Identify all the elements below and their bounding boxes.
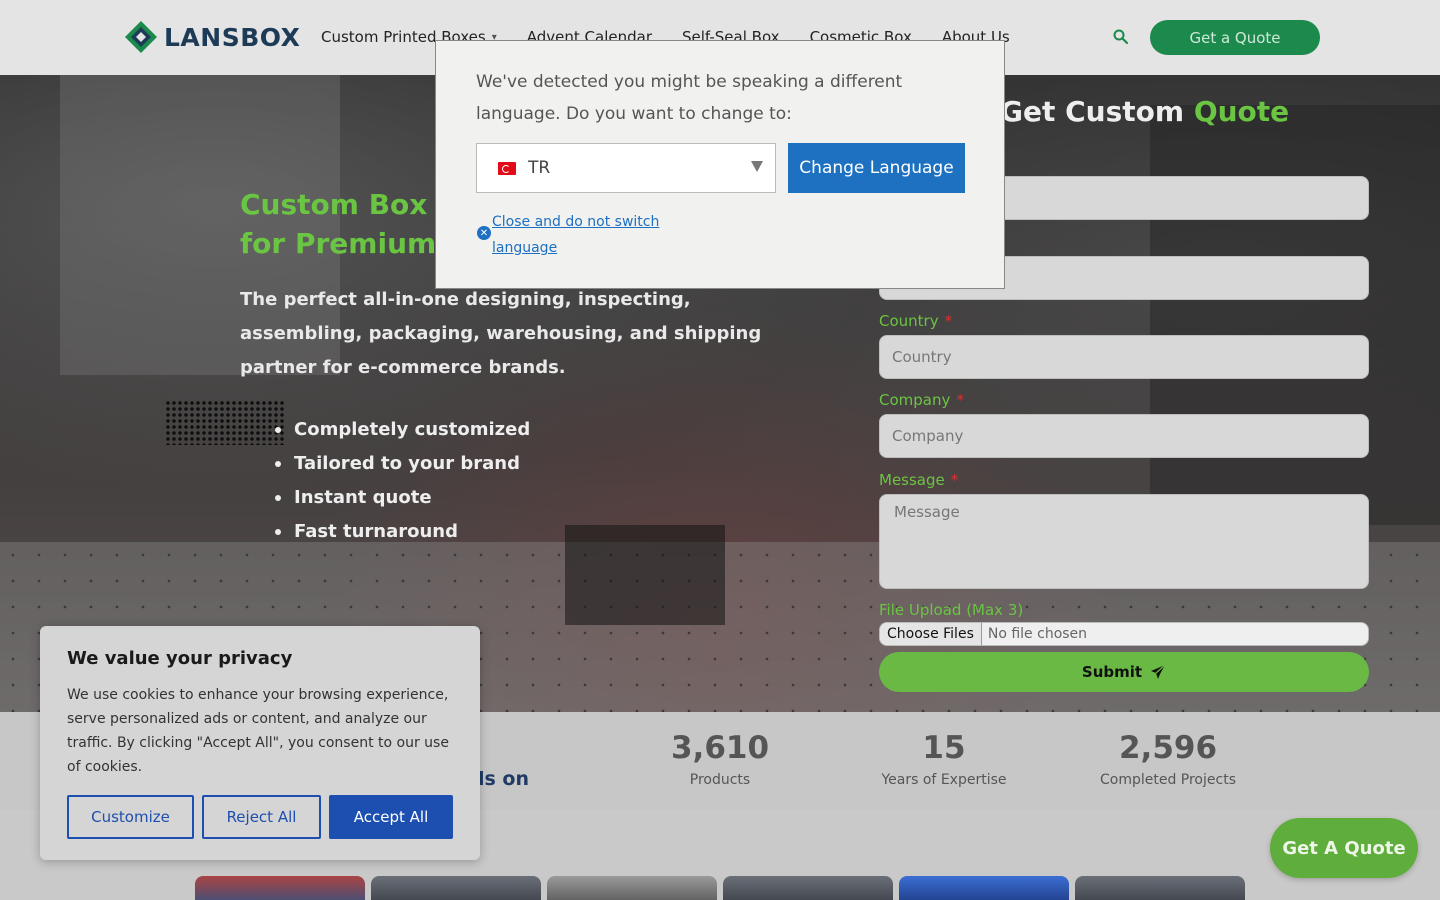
language-code: TR — [528, 158, 551, 178]
list-item: Completely customized — [275, 413, 530, 447]
label-text: Message — [879, 471, 945, 489]
language-modal: We've detected you might be speaking a d… — [435, 40, 1005, 289]
change-language-button[interactable]: Change Language — [788, 143, 965, 193]
list-item: Tailored to your brand — [275, 447, 530, 481]
reject-all-button[interactable]: Reject All — [202, 795, 321, 839]
gallery-thumbnail[interactable] — [195, 876, 365, 900]
hero-subtitle: The perfect all-in-one designing, inspec… — [240, 289, 762, 378]
paper-plane-icon — [1151, 664, 1166, 679]
search-icon[interactable] — [1112, 28, 1130, 46]
turkey-flag-icon — [498, 161, 516, 175]
choose-files-button[interactable]: Choose Files — [880, 623, 982, 645]
close-circle-icon[interactable]: ✕ — [477, 226, 491, 240]
stat-label: Years of Expertise — [881, 772, 1007, 788]
required-mark: * — [950, 471, 959, 489]
background-machine — [1150, 105, 1440, 525]
company-label: Company * — [879, 391, 964, 409]
stat-value: 3,610 — [670, 730, 770, 766]
language-select[interactable]: TR — [476, 143, 776, 193]
language-message: We've detected you might be speaking a d… — [476, 72, 903, 124]
cookie-consent: We value your privacy We use cookies to … — [40, 626, 480, 860]
stat-label: Completed Projects — [1099, 772, 1236, 788]
stat-label: Products — [689, 772, 751, 788]
country-label: Country * — [879, 312, 952, 330]
close-language-link[interactable]: Close and do not switch language — [492, 209, 692, 261]
lansbox-logo-icon — [125, 21, 157, 53]
gallery-thumbnail[interactable] — [1075, 876, 1245, 900]
logo-text: LANSBOX — [164, 22, 301, 52]
cookie-text: We use cookies to enhance your browsing … — [67, 687, 449, 775]
background-box — [565, 525, 725, 625]
placeholder: Company — [892, 427, 964, 445]
file-upload-label: File Upload (Max 3) — [879, 601, 1024, 619]
label-text: Country — [879, 312, 939, 330]
country-field[interactable]: Country — [879, 335, 1369, 379]
floating-get-quote-button[interactable]: Get A Quote — [1270, 818, 1418, 878]
placeholder: Country — [892, 348, 952, 366]
get-a-quote-button[interactable]: Get a Quote — [1150, 20, 1320, 55]
submit-label: Submit — [1081, 663, 1143, 681]
stat-products: 3,610 Products — [620, 730, 820, 788]
placeholder: Message — [894, 503, 960, 521]
gallery-thumbnail[interactable] — [899, 876, 1069, 900]
message-label: Message * — [879, 471, 958, 489]
stat-value: 2,596 — [1118, 730, 1218, 766]
cookie-title: We value your privacy — [67, 648, 293, 669]
form-title-accent: Quote — [1193, 95, 1290, 128]
accept-all-button[interactable]: Accept All — [329, 795, 453, 839]
form-title: Get Custom Quote — [1000, 95, 1289, 128]
gallery-thumbnail[interactable] — [371, 876, 541, 900]
caret-down-icon — [751, 161, 763, 172]
stat-years: 15 Years of Expertise — [844, 730, 1044, 788]
company-field[interactable]: Company — [879, 414, 1369, 458]
list-item: Instant quote — [275, 481, 530, 515]
list-item: Fast turnaround — [275, 515, 530, 549]
customize-button[interactable]: Customize — [67, 795, 194, 839]
form-title-main: Get Custom — [1000, 95, 1185, 128]
required-mark: * — [956, 391, 964, 409]
stat-projects: 2,596 Completed Projects — [1068, 730, 1268, 788]
required-mark: * — [944, 312, 953, 330]
file-status: No file chosen — [987, 626, 1088, 642]
background-grill — [165, 400, 285, 445]
stat-value: 15 — [922, 730, 966, 766]
gallery-thumbnail[interactable] — [723, 876, 893, 900]
gallery-strip — [195, 876, 1245, 900]
logo[interactable]: LANSBOX — [124, 20, 300, 54]
message-textarea[interactable]: Message — [879, 494, 1369, 589]
file-upload-input[interactable]: Choose Files No file chosen — [879, 622, 1369, 646]
feature-list: Completely customized Tailored to your b… — [275, 413, 530, 549]
stats-heading-fragment: ls on — [478, 768, 530, 790]
submit-button[interactable]: Submit — [879, 652, 1369, 692]
gallery-thumbnail[interactable] — [547, 876, 717, 900]
label-text: Company — [879, 391, 951, 409]
